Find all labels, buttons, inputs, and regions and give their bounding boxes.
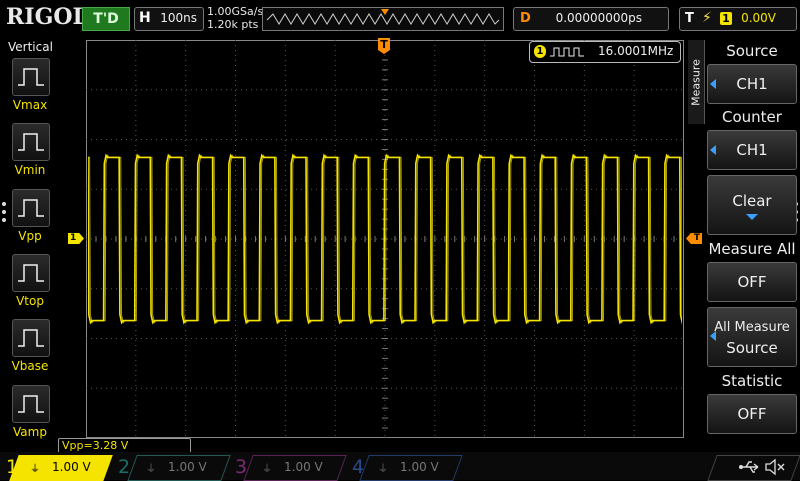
clear-label: Clear: [732, 192, 772, 210]
ch3-ground-icon: ⏚: [262, 464, 272, 475]
sample-rate: 1.00GSa/s: [207, 5, 264, 18]
horizontal-timebase[interactable]: H 100ns: [134, 7, 204, 31]
measure-item-vpp[interactable]: [12, 189, 50, 227]
statistic-button[interactable]: OFF: [707, 394, 797, 434]
counter-value: CH1: [736, 141, 768, 159]
ch1-number: 1: [6, 456, 19, 478]
ch4-scale: 1.00 V: [400, 460, 439, 474]
clear-button[interactable]: Clear: [707, 175, 797, 235]
pulse-icon: [18, 199, 44, 217]
delay-key: D: [520, 11, 531, 26]
ch3-scale: 1.00 V: [284, 460, 323, 474]
horizontal-key: H: [139, 10, 151, 26]
memory-depth: 1.20k pts: [207, 18, 259, 31]
measure-item-label: Vbase: [11, 359, 49, 373]
measure-item-vbase[interactable]: [12, 319, 50, 357]
square-wave-icon: [550, 47, 584, 57]
ch2-number: 2: [118, 456, 131, 478]
waveform-display[interactable]: [86, 40, 684, 438]
ch3-number: 3: [235, 456, 248, 478]
ch1-offset-marker[interactable]: 1: [68, 233, 84, 244]
measure-all-value: OFF: [737, 273, 767, 291]
ch4-ground-icon: ⏚: [378, 464, 388, 475]
usb-icon: [739, 461, 759, 473]
statistic-title: Statistic: [721, 372, 783, 390]
all-measure-source-line1: All Measure: [714, 320, 790, 335]
frequency-counter-readout: 1 16.0001MHz: [529, 41, 681, 63]
measure-item-vmax[interactable]: [12, 58, 50, 96]
acquisition-info: 1.00GSa/s 1.20k pts: [207, 5, 263, 31]
frequency-value: 16.0001MHz: [598, 44, 674, 58]
measure-item-label: Vamp: [13, 425, 47, 439]
brand-logo: RIGOL: [6, 4, 88, 30]
source-button[interactable]: CH1: [707, 64, 797, 104]
source-title: Source: [726, 42, 778, 60]
measure-all-button[interactable]: OFF: [707, 262, 797, 302]
measure-item-label: Vmax: [12, 98, 48, 112]
all-measure-arrow-icon: [710, 331, 716, 341]
ch2-scale: 1.00 V: [168, 460, 207, 474]
left-page-dots: [2, 202, 6, 222]
trigger-level: 0.00V: [741, 11, 776, 25]
menu-title: Measure: [689, 59, 703, 106]
counter-title: Counter: [722, 108, 782, 126]
memory-overview[interactable]: [262, 7, 504, 31]
delay-value: 0.00000000ps: [555, 11, 642, 25]
pulse-icon: [18, 329, 44, 347]
speaker-mute-icon[interactable]: [764, 458, 786, 476]
run-status-badge[interactable]: T'D: [82, 7, 130, 31]
left-panel-title: Vertical: [8, 40, 53, 54]
pulse-icon: [18, 264, 44, 282]
delay-box[interactable]: D 0.00000000ps: [513, 7, 669, 31]
measure-item-vtop[interactable]: [12, 254, 50, 292]
statistic-value: OFF: [737, 405, 767, 423]
pulse-icon: [18, 395, 44, 413]
measure-item-label: Vtop: [16, 294, 44, 308]
ch4-number: 4: [352, 456, 365, 478]
measure-item-label: Vmin: [14, 163, 46, 177]
counter-channel-badge: 1: [534, 45, 546, 58]
trigger-level-marker[interactable]: T: [686, 233, 702, 244]
menu-title-tab: Measure: [688, 40, 705, 124]
trigger-key: T: [685, 11, 694, 26]
all-measure-source-line2: Source: [726, 339, 778, 357]
trigger-box[interactable]: T ⚡ 1 0.00V: [679, 7, 797, 31]
ch1-ground-icon: ⏚: [30, 464, 40, 475]
measure-all-title: Measure All: [708, 240, 796, 258]
all-measure-source-button[interactable]: All Measure Source: [707, 307, 797, 367]
rising-edge-icon: ⚡: [702, 10, 712, 26]
ch1-scale: 1.00 V: [52, 460, 91, 474]
chevron-down-icon: [746, 214, 758, 220]
source-value: CH1: [736, 75, 768, 93]
timebase-value: 100ns: [160, 11, 197, 25]
pulse-icon: [18, 68, 44, 86]
source-arrow-icon: [710, 79, 716, 89]
measure-item-vmin[interactable]: [12, 123, 50, 161]
ch2-ground-icon: ⏚: [146, 464, 156, 475]
counter-button[interactable]: CH1: [707, 130, 797, 170]
trigger-source-badge: 1: [720, 12, 732, 25]
pulse-icon: [18, 133, 44, 151]
measure-item-vamp[interactable]: [12, 385, 50, 423]
memory-overview-wave: [266, 9, 500, 25]
measure-item-label: Vpp: [18, 229, 42, 243]
counter-arrow-icon: [710, 145, 716, 155]
